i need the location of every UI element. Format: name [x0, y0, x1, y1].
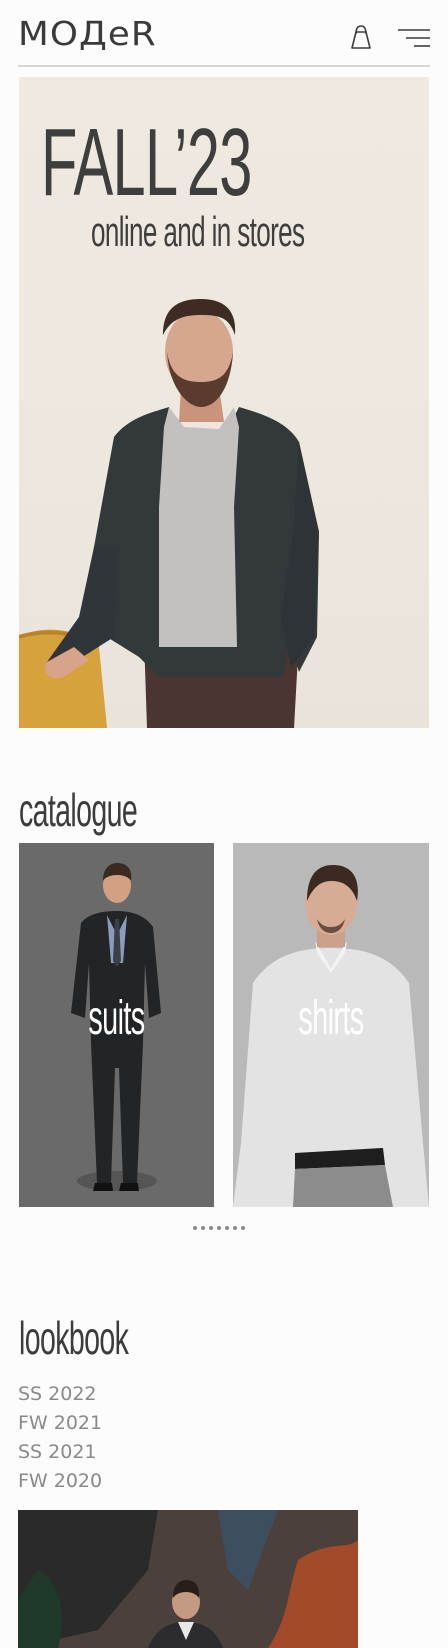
- catalogue-card-suits[interactable]: suits: [19, 843, 214, 1207]
- catalogue-title: catalogue: [19, 784, 138, 836]
- lookbook-link-fw2021[interactable]: FW 2021: [18, 1409, 102, 1438]
- lookbook-preview-image[interactable]: [18, 1510, 358, 1648]
- lookbook-collection-list: SS 2022 FW 2021 SS 2021 FW 2020: [18, 1380, 102, 1496]
- lookbook-link-ss2022[interactable]: SS 2022: [18, 1380, 102, 1409]
- catalogue-card-shirts[interactable]: shirts: [233, 843, 429, 1207]
- pagination-dot[interactable]: [217, 1226, 221, 1230]
- hero-subtitle: online and in stores: [91, 208, 305, 255]
- catalogue-label-suits: suits: [88, 992, 145, 1045]
- lookbook-link-ss2021[interactable]: SS 2021: [18, 1438, 102, 1467]
- header-divider: [18, 65, 430, 67]
- hamburger-menu-icon[interactable]: [398, 28, 430, 48]
- pagination-dot[interactable]: [209, 1226, 213, 1230]
- pagination-dot[interactable]: [241, 1226, 245, 1230]
- header: MOДeR: [0, 0, 448, 68]
- hero-banner[interactable]: FALL’23 online and in stores: [19, 77, 429, 728]
- carousel-pagination[interactable]: [193, 1226, 245, 1232]
- catalogue-label-shirts: shirts: [298, 992, 364, 1045]
- pagination-dot[interactable]: [193, 1226, 197, 1230]
- pagination-dot[interactable]: [201, 1226, 205, 1230]
- brand-logo[interactable]: MOДeR: [18, 14, 157, 53]
- pagination-dot[interactable]: [233, 1226, 237, 1230]
- shopping-bag-icon[interactable]: [349, 24, 373, 50]
- lookbook-title: lookbook: [19, 1312, 129, 1364]
- hero-title: FALL’23: [41, 109, 252, 216]
- pagination-dot[interactable]: [225, 1226, 229, 1230]
- lookbook-link-fw2020[interactable]: FW 2020: [18, 1467, 102, 1496]
- lookbook-photo: [18, 1510, 358, 1648]
